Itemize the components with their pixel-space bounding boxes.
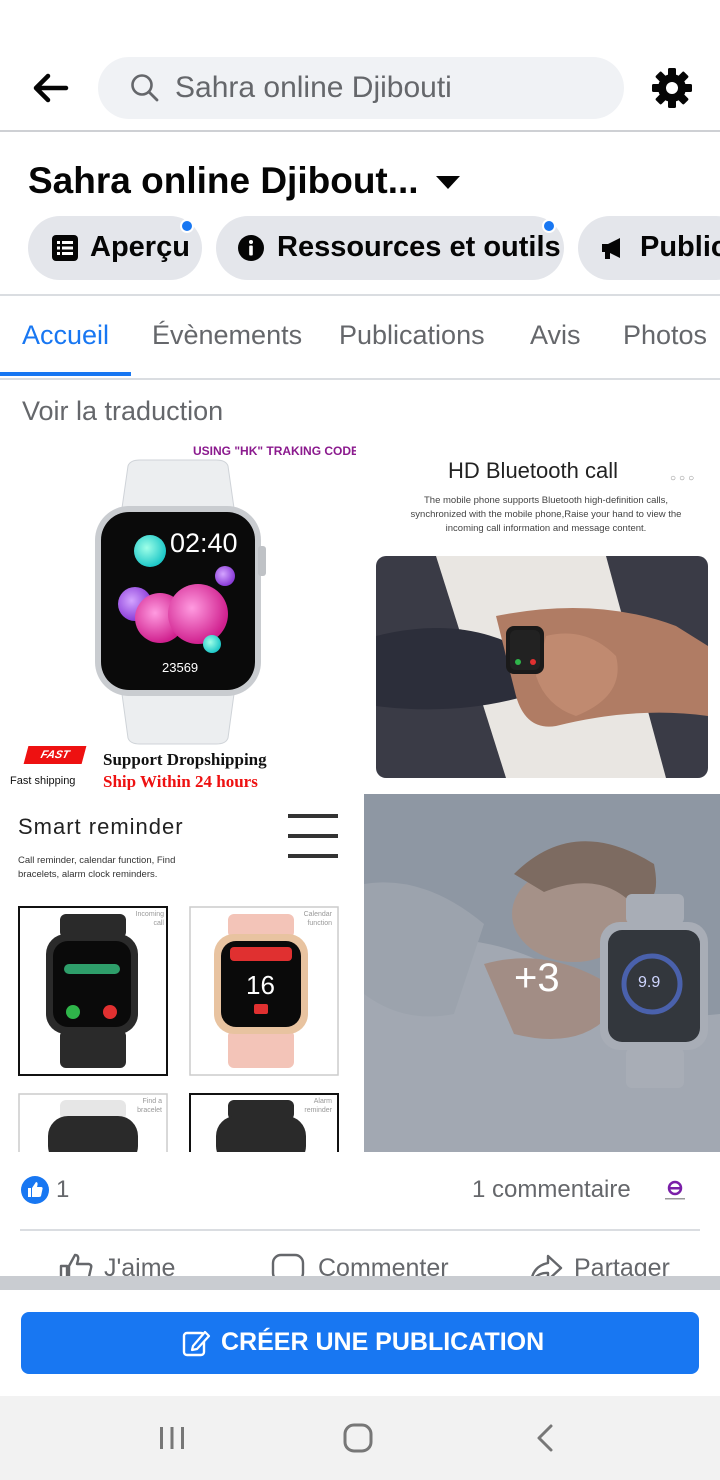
notification-dot [180, 219, 194, 233]
pill-public[interactable]: Public [578, 216, 720, 280]
back-nav-icon[interactable] [530, 1422, 562, 1454]
see-translation-link[interactable]: Voir la traduction [22, 396, 223, 427]
tracking-code-text: USING "HK" TRAKING CODE [193, 444, 356, 458]
avatar[interactable] [660, 1176, 690, 1206]
info-icon [238, 235, 264, 261]
search-input[interactable]: Sahra online Djibouti [98, 57, 624, 119]
card-label: Incoming call [135, 911, 164, 927]
caret-down-icon[interactable] [436, 176, 460, 190]
dropshipping-text: Support Dropshipping [103, 750, 267, 769]
share-button[interactable]: Partager [574, 1254, 670, 1276]
card-label: Find a bracelet [137, 1098, 162, 1114]
create-post-label: CRÉER UNE PUBLICATION [221, 1328, 545, 1356]
active-tab-indicator [0, 372, 131, 376]
gear-icon[interactable] [650, 66, 694, 110]
post-photo-2[interactable]: HD Bluetooth call ○○○ The mobile phone s… [364, 436, 720, 790]
pill-ressources-outils[interactable]: Ressources et outils [216, 216, 564, 280]
section-divider [0, 1276, 720, 1290]
post-photo-grid: USING "HK" TRAKING CODE 02:40 23569 FAST… [0, 436, 720, 1152]
home-icon[interactable] [342, 1422, 374, 1454]
card-label: Alarm reminder [304, 1098, 332, 1114]
page-tabs: Accueil Évènements Publications Avis Pho… [0, 296, 720, 380]
comment-icon [271, 1253, 305, 1276]
page-shortcuts: Aperçu Ressources et outils Public [0, 216, 720, 280]
list-icon [52, 235, 78, 261]
page-title[interactable]: Sahra online Djibout... [28, 160, 419, 202]
system-navigation-bar [0, 1396, 720, 1480]
fast-badge: FAST [23, 746, 87, 764]
hand-watch-image [376, 556, 708, 778]
comment-button[interactable]: Commenter [318, 1254, 449, 1276]
edit-icon [182, 1330, 211, 1357]
tab-avis[interactable]: Avis [530, 320, 581, 351]
top-bar: Sahra online Djibouti [0, 0, 720, 132]
smartwatch-image [0, 436, 356, 790]
post-photo-1[interactable]: USING "HK" TRAKING CODE 02:40 23569 FAST… [0, 436, 356, 790]
watch-time: 02:40 [170, 528, 238, 558]
notification-dot [542, 219, 556, 233]
search-query: Sahra online Djibouti [175, 71, 452, 104]
pager-dots: ○○○ [670, 473, 698, 484]
post-photo-4[interactable]: 9.9 +3 [364, 794, 720, 1152]
megaphone-icon [602, 238, 620, 259]
card-label: Calendar function [303, 911, 332, 927]
like-reaction-icon[interactable] [21, 1176, 49, 1204]
watch-steps: 23569 [162, 660, 199, 675]
sleep-value: 9.9 [638, 974, 661, 991]
back-arrow-icon[interactable] [30, 70, 70, 106]
fast-shipping-text: Fast shipping [10, 775, 76, 787]
shipping-time-text: Ship Within 24 hours [103, 772, 258, 790]
reactions-bar: 1 1 commentaire [0, 1166, 720, 1216]
create-post-bar: CRÉER UNE PUBLICATION [0, 1290, 720, 1396]
more-photos-overlay: +3 [514, 956, 560, 1000]
bluetooth-description: The mobile phone supports Bluetooth high… [410, 495, 682, 534]
share-icon [531, 1254, 563, 1276]
create-post-button[interactable]: CRÉER UNE PUBLICATION [21, 1312, 699, 1374]
calendar-date: 16 [246, 970, 275, 1000]
recent-apps-icon[interactable] [156, 1422, 188, 1454]
divider [20, 1229, 700, 1231]
tab-accueil[interactable]: Accueil [22, 320, 109, 351]
tab-photos[interactable]: Photos [623, 320, 707, 351]
pill-apercu[interactable]: Aperçu [28, 216, 202, 280]
pill-label: Ressources et outils [277, 231, 561, 263]
comment-count[interactable]: 1 commentaire [472, 1176, 631, 1204]
pill-label: Aperçu [90, 231, 190, 263]
tab-evenements[interactable]: Évènements [152, 320, 302, 351]
screen: Sahra online Djibouti Sahra online Djibo… [0, 0, 720, 1480]
bluetooth-title: HD Bluetooth call [448, 458, 618, 483]
like-count[interactable]: 1 [56, 1176, 69, 1204]
post-actions: J'aime Commenter Partager [0, 1240, 720, 1276]
like-button[interactable]: J'aime [104, 1254, 175, 1276]
tab-publications[interactable]: Publications [339, 320, 485, 351]
thumbs-up-icon [59, 1253, 93, 1276]
pill-label: Public [640, 231, 720, 263]
search-icon [131, 74, 159, 102]
post-photo-3[interactable]: Smart reminder Call reminder, calendar f… [0, 794, 356, 1152]
